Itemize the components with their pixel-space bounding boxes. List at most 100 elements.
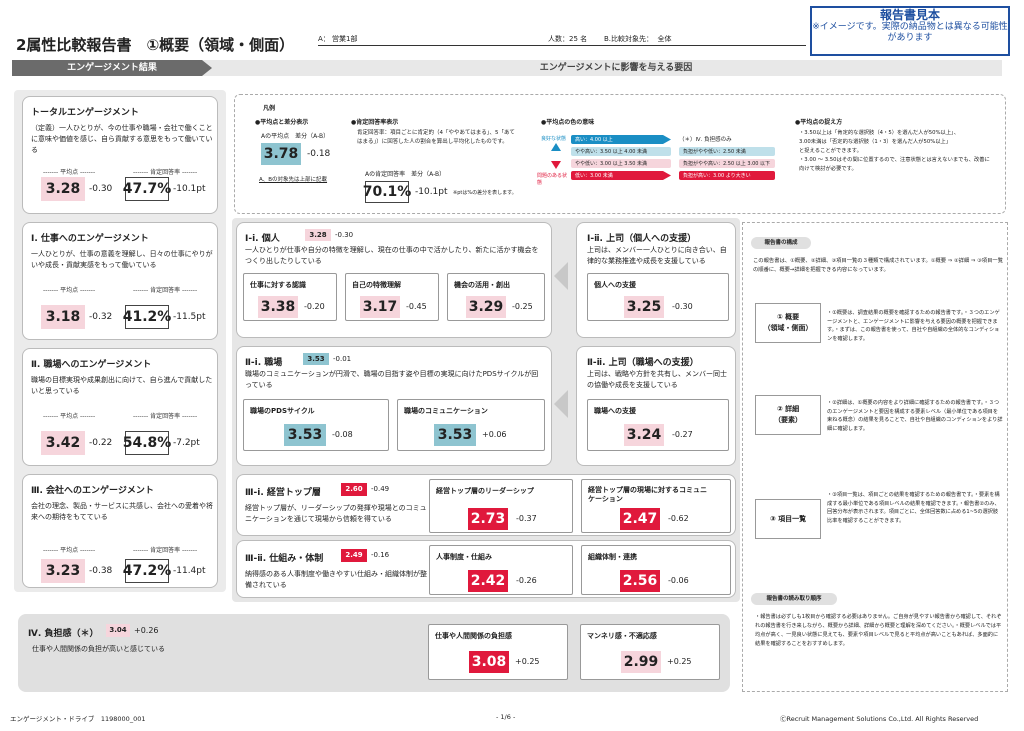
avg-label: ------- 平均点 -------	[43, 287, 96, 294]
total-engagement-card: トータルエンゲージメント （定義）一人ひとりが、今の仕事や職場・会社で働くことに…	[22, 96, 218, 214]
avg-value: 3.23	[41, 559, 85, 583]
target-b: B.比較対象先： 全体	[604, 34, 806, 46]
legend-good: 良好な状態	[541, 136, 567, 142]
item-card: 職場のPDSサイクル 3.53 -0.08	[243, 399, 389, 451]
burden-diff: +0.26	[134, 626, 159, 635]
factor-ii-ii: Ⅱ-ⅱ. 上司（職場への支援） 上司は、戦略や方針を共有し、メンバー同士の協働や…	[576, 346, 736, 466]
item-card: マンネリ感・不適応感 2.99 +0.25	[580, 624, 720, 680]
part-overview: ① 概要 （領域・側面）	[755, 303, 821, 343]
pos-diff: -7.2pt	[173, 438, 200, 448]
part-overview-text: ・①概要は、調査結果の概要を確認するための報告書です。・３つのエンゲージメントと…	[827, 310, 1000, 342]
item-card: 経営トップ層のリーダーシップ 2.73 -0.37	[429, 479, 573, 533]
factor-ii-i: Ⅱ-ⅰ. 職場 3.53 -0.01 職場のコミュニケーションが円滑で、職場の目…	[236, 346, 552, 466]
legend-iv-note: （＊）Ⅳ. 負担感のみ	[679, 137, 732, 143]
copyright: ⒸRecruit Management Solutions Co.,Ltd. A…	[780, 715, 979, 723]
avg-value: 3.42	[41, 431, 85, 455]
legend-s4: ●平均点の捉え方	[795, 119, 843, 126]
page-number: - 1/6 -	[496, 713, 516, 721]
card-desc: 会社の理念、製品・サービスに共感し、会社への愛着や将来への期待をもてている	[31, 502, 213, 521]
pos-label: ------- 肯定回答率 -------	[133, 547, 198, 554]
avg-label: ------- 平均点 -------	[43, 413, 96, 420]
legend-s3: ●平均点の色の意味	[541, 119, 595, 126]
burden-panel: Ⅳ. 負担感（＊） 3.04 +0.26 仕事や人間関係の負担が高いと感じている…	[18, 614, 730, 692]
card-title: Ⅱ. 職場へのエンゲージメント	[31, 360, 152, 370]
order-text: ・報告書は必ずしも1枚目から確認する必要はありません。ご自身が見やすい報告書から…	[755, 614, 1002, 647]
legend-band-low: 低い：3.00 未満	[571, 171, 671, 180]
respondent-count: 人数：25 名	[548, 35, 588, 43]
item-card: 人事制度・仕組み 2.42 -0.26	[429, 545, 573, 595]
legend-title: 凡例	[263, 105, 276, 112]
legend-burden-mid: 負担がやや高い：2.50 以上 3.00 以下	[679, 159, 775, 168]
factor-diff: -0.30	[335, 231, 354, 239]
legend-bad: 問題のある状態	[537, 173, 568, 186]
item-card: 組織体制・連携 2.56 -0.06	[581, 545, 731, 595]
total-pos-diff: -10.1pt	[173, 184, 206, 194]
legend-s4-text: ・3.50以上は「肯定的な選択肢（4・5）を選んだ人が50%以上」、 3.00未…	[799, 130, 990, 172]
up-arrow-icon	[551, 143, 561, 151]
item-card: 経営トップ層の現場に対するコミュニケーション 2.47 -0.62	[581, 479, 731, 533]
burden-desc: 仕事や人間関係の負担が高いと感じている	[32, 645, 165, 653]
legend-panel: 凡例 ●平均点と差分表示 Aの平均点 差分（A-B） 3.78 -0.18 A、…	[234, 94, 1006, 214]
factor-diff: -0.49	[371, 485, 390, 493]
factor-desc: 職場のコミュニケーションが円滑で、職場の目指す姿や目標の実現に向けたPDSサイク…	[245, 370, 539, 389]
pos-value: 47.2%	[123, 559, 171, 583]
item-card: 仕事に対する認識 3.38 -0.20	[243, 273, 337, 321]
item-card: 機会の活用・創出 3.29 -0.25	[447, 273, 545, 321]
item-card: 職場のコミュニケーション 3.53 +0.06	[397, 399, 545, 451]
total-avg-diff: -0.30	[89, 184, 113, 194]
report-guide-panel: 報告書の構成 この報告書は、①概要、②詳細、③項目一覧の３種類で構成されています…	[742, 222, 1008, 692]
factor-desc: 上司は、メンバー一人ひとりに向き合い、自律的な業務推進や成長を支援している	[587, 246, 727, 265]
card-title: Ⅰ. 仕事へのエンゲージメント	[31, 234, 149, 244]
factor-title: Ⅱ-ⅰ. 職場	[245, 358, 283, 368]
legend-s2: ●肯定回答率表示	[351, 119, 399, 126]
item-card: 個人への支援 3.25 -0.30	[587, 273, 729, 321]
avg-value: 3.18	[41, 305, 85, 329]
arrow-left-icon	[554, 262, 568, 290]
work-engagement-card: Ⅰ. 仕事へのエンゲージメント 一人ひとりが、仕事の意義を理解し、日々の仕事にや…	[22, 222, 218, 340]
footer-left: エンゲージメント・ドライブ 1198000_001	[10, 715, 146, 723]
total-avg: 3.28	[41, 177, 85, 201]
pos-value: 54.8%	[123, 431, 171, 455]
factor-i-i: Ⅰ-ⅰ. 個人 3.28 -0.30 一人ひとりが仕事や自分の特徴を理解し、現在…	[236, 222, 552, 338]
page-title: 2属性比較報告書 ①概要（領域・側面）	[16, 36, 295, 54]
factor-diff: -0.01	[333, 355, 352, 363]
legend-band-high: 高い：4.00 以上	[571, 135, 671, 144]
factor-iii-i: Ⅲ-ⅰ. 経営トップ層 2.60 -0.49 経営トップ層が、リーダーシップの発…	[236, 474, 736, 536]
card-desc: 一人ひとりが、仕事の意義を理解し、日々の仕事にやりがいや成長・貢献実感をもって働…	[31, 250, 213, 269]
factor-desc: 納得感のある人事制度や働きやすい仕組み・組織体制が整備されている	[245, 570, 427, 589]
part-detail: ② 詳細 （要素）	[755, 395, 821, 435]
legend-s1-note: A、Bの対象先は上部に記載	[259, 177, 328, 183]
total-title: トータルエンゲージメント	[31, 108, 139, 118]
item-card: 自己の特徴理解 3.17 -0.45	[345, 273, 439, 321]
pos-label: ------- 肯定回答率 -------	[133, 413, 198, 420]
factor-diff: -0.16	[371, 551, 390, 559]
legend-s2-note: ※ptは%の差分を表します。	[453, 190, 517, 196]
avg-diff: -0.38	[89, 566, 113, 576]
pos-diff: -11.5pt	[173, 312, 206, 322]
factor-avg: 3.28	[305, 229, 331, 241]
total-pos: 47.7%	[123, 177, 171, 201]
legend-s1: ●平均点と差分表示	[255, 119, 309, 126]
structure-title: 報告書の構成	[751, 237, 811, 249]
legend-burden-low: 負担がやや低い：2.50 未満	[679, 147, 775, 156]
burden-avg: 3.04	[106, 624, 130, 637]
factor-title: Ⅰ-ⅰ. 個人	[245, 234, 280, 244]
pos-value: 41.2%	[123, 305, 171, 329]
part-item-list-text: ・③項目一覧は、項目ごとの結果を確認するための報告書です。・要素を構成する最小単…	[827, 492, 1000, 524]
pos-label: ------- 肯定回答率 -------	[133, 169, 198, 176]
legend-s2-desc: 肯定回答率：項目ごとに肯定的（4「ややあてはまる」、5「あてはまる」）に回答した…	[357, 130, 515, 145]
pos-label: ------- 肯定回答率 -------	[133, 287, 198, 294]
legend-s1-diff: -0.18	[307, 149, 331, 159]
avg-label: ------- 平均点 -------	[43, 169, 96, 176]
factor-title: Ⅲ-ⅱ. 仕組み・体制	[245, 554, 324, 564]
band-left: エンゲージメント結果	[12, 60, 212, 76]
card-desc: 職場の目標実現や成果創出に向けて、自ら進んで貢献したいと思っている	[31, 376, 213, 395]
avg-diff: -0.32	[89, 312, 113, 322]
company-engagement-card: Ⅲ. 会社へのエンゲージメント 会社の理念、製品・サービスに共感し、会社への愛着…	[22, 474, 218, 588]
part-detail-text: ・②詳細は、①概要の内容をより詳細に確認するための報告書です。・３つのエンゲージ…	[827, 400, 1003, 432]
factor-title: Ⅲ-ⅰ. 経営トップ層	[245, 488, 321, 498]
factor-avg: 2.60	[341, 483, 367, 496]
structure-text: この報告書は、①概要、②詳細、③項目一覧の３種類で構成されています。①概要 ⇒ …	[753, 258, 1003, 273]
legend-s1-label: Aの平均点 差分（A-B）	[261, 133, 330, 140]
factor-avg: 3.53	[303, 353, 329, 365]
